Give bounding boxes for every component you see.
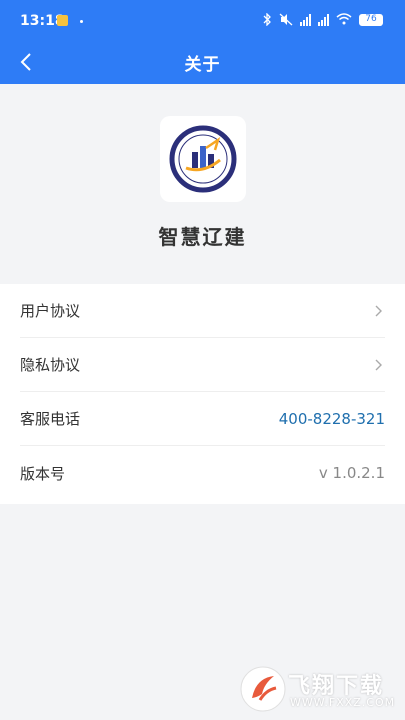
list-item-privacy-agreement[interactable]: 隐私协议 xyxy=(20,338,385,392)
wifi-icon xyxy=(336,13,352,27)
app-logo xyxy=(160,116,246,202)
status-bar: 13:18 76 xyxy=(0,0,405,40)
notification-app-icon xyxy=(57,15,68,26)
app-name: 智慧辽建 xyxy=(158,225,247,249)
watermark: 飞翔下载 WWW.FXXZ.COM xyxy=(238,662,398,716)
customer-phone-value[interactable]: 400-8228-321 xyxy=(279,410,385,428)
battery-icon: 76 xyxy=(359,14,383,26)
list-item-customer-phone[interactable]: 客服电话 400-8228-321 xyxy=(20,392,385,446)
list-item-label: 版本号 xyxy=(20,464,66,483)
watermark-url: WWW.FXXZ.COM xyxy=(290,696,396,709)
notification-dot-icon xyxy=(80,20,83,23)
chevron-right-icon xyxy=(375,305,382,316)
chevron-right-icon xyxy=(375,359,382,370)
page-title: 关于 xyxy=(184,55,221,75)
mute-icon xyxy=(279,13,293,28)
version-value: v 1.0.2.1 xyxy=(318,464,385,482)
settings-list: 用户协议 隐私协议 客服电话 400-8228-321 版本号 v 1.0.2.… xyxy=(0,284,405,504)
watermark-logo-icon xyxy=(240,666,286,712)
list-item-user-agreement[interactable]: 用户协议 xyxy=(20,284,385,338)
hd-signal-icon xyxy=(318,14,329,26)
nav-bar: 关于 xyxy=(0,40,405,84)
hd-signal-icon xyxy=(300,14,311,26)
top-bar: 13:18 76 关于 xyxy=(0,0,405,84)
list-item-version: 版本号 v 1.0.2.1 xyxy=(20,446,385,500)
bluetooth-icon xyxy=(262,11,272,28)
list-item-label: 用户协议 xyxy=(20,302,81,320)
status-icons: 76 xyxy=(262,10,383,30)
list-item-label: 客服电话 xyxy=(20,410,81,428)
list-item-label: 隐私协议 xyxy=(20,356,81,374)
about-screen: 13:18 76 关于 智慧辽建 用户协议 隐私协议 客服电话 400-8228… xyxy=(0,0,405,720)
app-logo-icon xyxy=(169,125,237,193)
